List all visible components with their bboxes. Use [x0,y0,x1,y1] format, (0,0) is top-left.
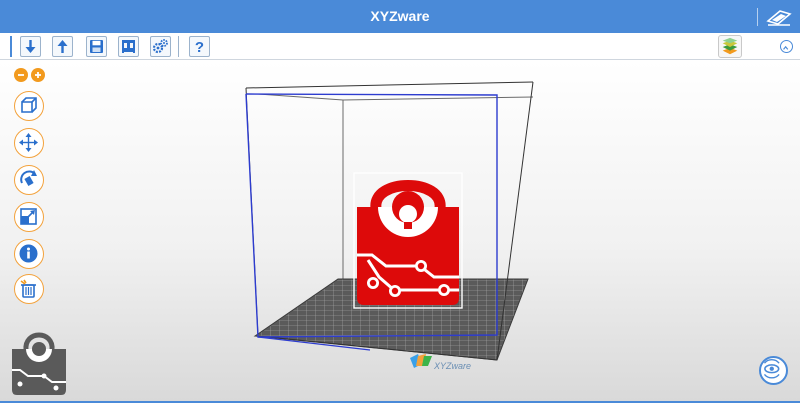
zoom-out-button[interactable] [14,68,28,82]
title-bar: XYZware [0,0,800,33]
xyz-logo-icon[interactable] [762,6,794,28]
floppy-disk-icon [90,40,103,53]
help-button[interactable]: ? [189,36,210,57]
cube-icon [21,97,37,113]
save-button[interactable] [86,36,107,57]
download-arrow-icon [25,40,36,53]
toolbar-separator [178,36,179,57]
minus-icon [18,74,24,76]
move-arrows-icon [19,133,38,152]
layers-button[interactable] [718,35,742,58]
layers-icon [722,37,738,55]
upload-arrow-icon [57,40,68,53]
build-volume-top-edge [245,81,534,89]
info-icon [19,244,38,263]
plus-icon [35,72,41,78]
info-tool-button[interactable] [14,239,44,269]
zoom-in-button[interactable] [31,68,45,82]
view-reset-button[interactable] [759,356,788,385]
import-button[interactable] [20,36,41,57]
main-toolbar: ? [0,33,800,60]
move-tool-button[interactable] [14,128,44,158]
model-preview-thumbnail[interactable] [10,326,68,396]
printer-icon [122,40,135,53]
svg-text:?: ? [195,39,204,56]
scale-icon [20,208,37,225]
rotate-tool-button[interactable] [14,165,44,195]
scale-tool-button[interactable] [14,202,44,232]
question-mark-icon: ? [195,39,204,56]
rotate-icon [20,170,37,186]
collapse-toolbar-button[interactable] [780,40,793,53]
view-tool-button[interactable] [14,91,44,121]
print-scene: XYZware [245,81,534,371]
red-model[interactable] [353,172,463,309]
export-button[interactable] [52,36,73,57]
trash-icon [20,279,36,298]
app-title: XYZware [370,8,430,24]
printer-button[interactable] [118,36,139,57]
gears-icon [152,39,168,54]
3d-viewport[interactable]: XYZware [0,61,800,401]
model-thumbnail-icon [12,332,66,395]
svg-text:XYZware: XYZware [433,361,471,371]
toolbar-grip[interactable] [10,36,12,57]
view-reset-icon [763,359,780,379]
title-divider [757,8,758,26]
delete-tool-button[interactable] [14,274,44,304]
settings-button[interactable] [150,36,171,57]
chevron-up-icon [783,45,789,50]
